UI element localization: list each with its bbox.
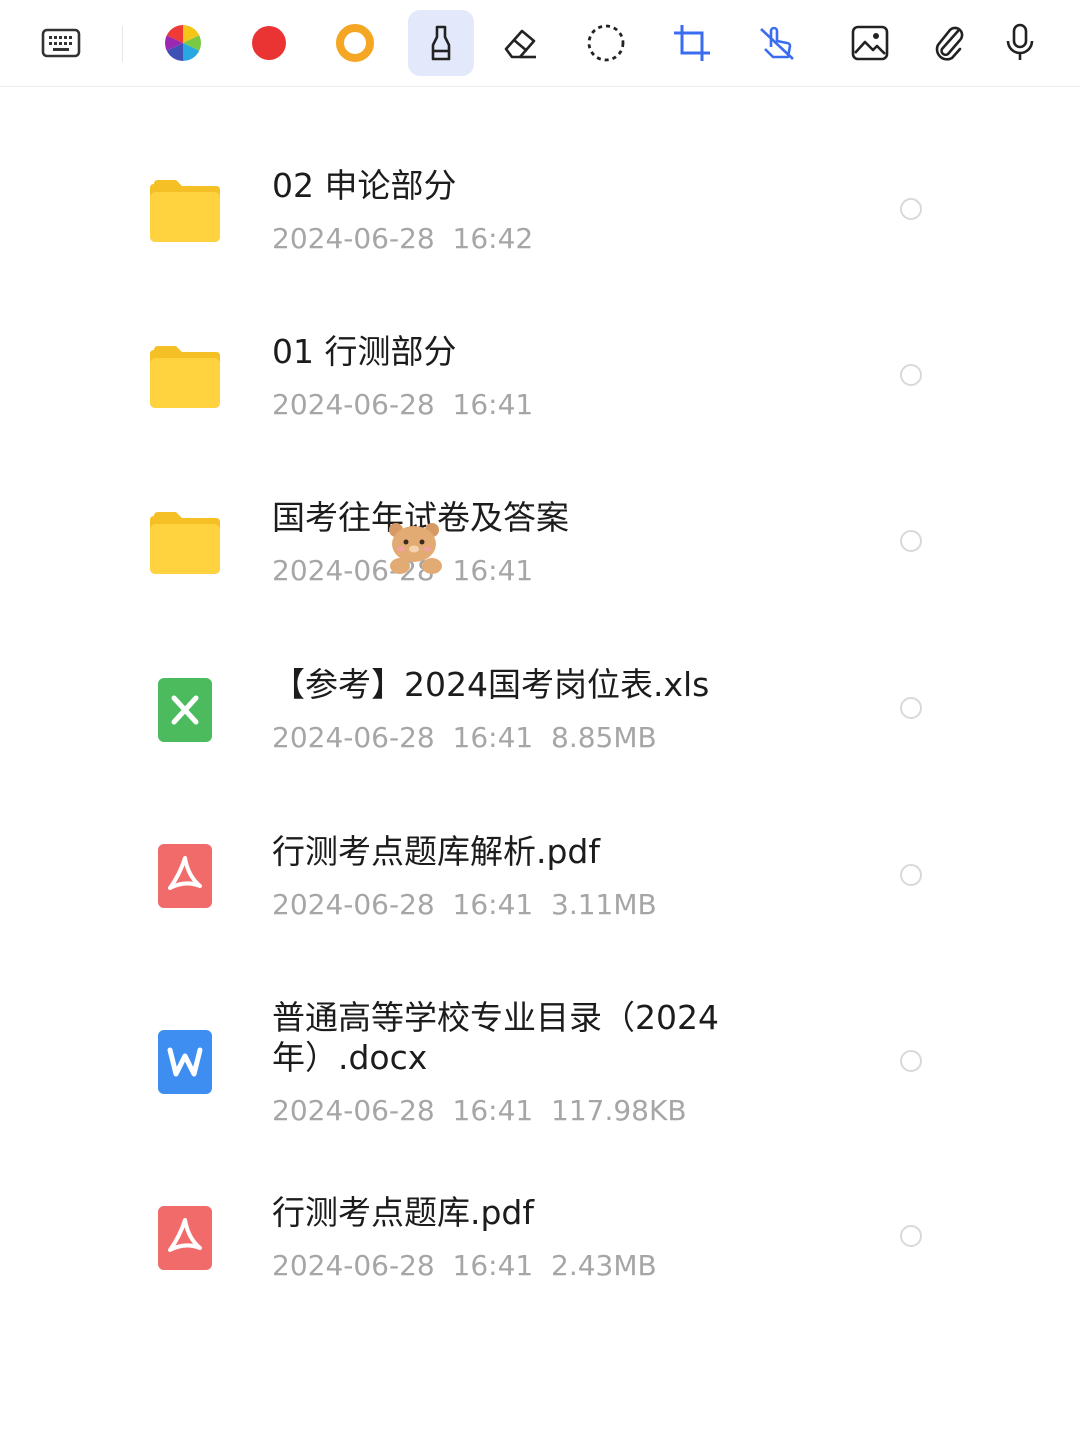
select-radio[interactable]	[900, 530, 922, 552]
bear-sticker-icon	[382, 520, 450, 582]
file-meta: 2024-06-28 16:41	[272, 388, 534, 421]
file-name[interactable]: 行测考点题库解析.pdf	[272, 832, 742, 872]
red-dot-icon[interactable]	[236, 10, 302, 76]
toolbar-divider	[122, 26, 123, 62]
image-icon[interactable]	[837, 10, 903, 76]
select-radio[interactable]	[900, 1050, 922, 1072]
xls-file-icon	[158, 678, 212, 746]
file-meta: 2024-06-28 16:42	[272, 222, 534, 255]
select-radio[interactable]	[900, 864, 922, 886]
file-name[interactable]: 国考往年试卷及答案	[272, 498, 742, 538]
file-name[interactable]: 02 申论部分	[272, 166, 742, 206]
file-name[interactable]: 01 行测部分	[272, 332, 742, 372]
pdf-file-icon	[158, 844, 212, 912]
file-meta: 2024-06-28 16:41 2.43MB	[272, 1249, 657, 1282]
folder-icon	[150, 512, 220, 578]
drawing-toolbar	[0, 0, 1080, 87]
pdf-file-icon	[158, 1206, 212, 1274]
file-name[interactable]: 行测考点题库.pdf	[272, 1193, 742, 1233]
lasso-select-icon[interactable]	[573, 10, 639, 76]
docx-file-icon	[158, 1030, 212, 1098]
select-radio[interactable]	[900, 697, 922, 719]
file-meta: 2024-06-28 16:41 3.11MB	[272, 888, 657, 921]
keyboard-icon[interactable]	[28, 10, 94, 76]
color-wheel-icon[interactable]	[150, 10, 216, 76]
crop-icon[interactable]	[659, 10, 725, 76]
file-meta: 2024-06-28 16:41 117.98KB	[272, 1094, 687, 1127]
touch-pen-off-icon[interactable]	[744, 10, 810, 76]
eraser-icon[interactable]	[487, 10, 553, 76]
select-radio[interactable]	[900, 198, 922, 220]
attachment-icon[interactable]	[916, 10, 982, 76]
microphone-icon[interactable]	[987, 10, 1053, 76]
orange-ring-icon[interactable]	[322, 10, 388, 76]
select-radio[interactable]	[900, 1225, 922, 1247]
select-radio[interactable]	[900, 364, 922, 386]
file-name[interactable]: 【参考】2024国考岗位表.xls	[272, 665, 742, 705]
highlighter-icon[interactable]	[408, 10, 474, 76]
folder-icon	[150, 180, 220, 246]
file-meta: 2024-06-28 16:41 8.85MB	[272, 721, 657, 754]
file-name[interactable]: 普通高等学校专业目录（2024年）.docx	[272, 998, 742, 1078]
folder-icon	[150, 346, 220, 412]
